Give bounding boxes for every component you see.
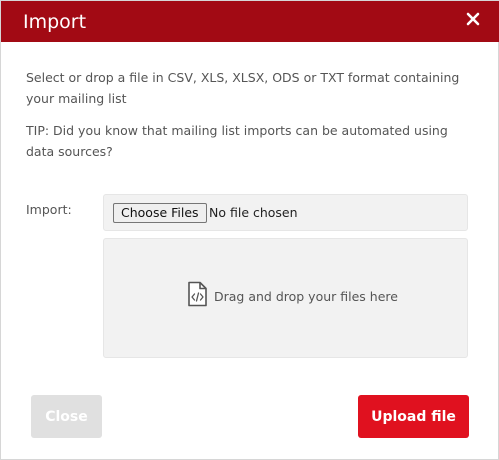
close-icon[interactable] bbox=[466, 11, 480, 27]
dialog-header: Import bbox=[1, 1, 499, 42]
file-status: No file chosen bbox=[209, 205, 298, 220]
drop-zone[interactable]: Drag and drop your files here bbox=[103, 238, 468, 358]
tip-text: TIP: Did you know that mailing list impo… bbox=[26, 123, 448, 159]
import-dialog: Import Select or drop a file in CSV, XLS… bbox=[0, 0, 499, 460]
import-label: Import: bbox=[26, 202, 72, 217]
intro-text: Select or drop a file in CSV, XLS, XLSX,… bbox=[26, 70, 460, 106]
choose-files-button[interactable]: Choose Files bbox=[113, 203, 207, 223]
code-file-icon bbox=[188, 281, 207, 307]
dialog-title: Import bbox=[23, 11, 87, 33]
upload-file-button[interactable]: Upload file bbox=[358, 395, 469, 438]
file-input[interactable]: Choose Files No file chosen bbox=[103, 194, 468, 231]
close-button[interactable]: Close bbox=[31, 395, 102, 438]
drop-zone-text: Drag and drop your files here bbox=[214, 289, 398, 304]
